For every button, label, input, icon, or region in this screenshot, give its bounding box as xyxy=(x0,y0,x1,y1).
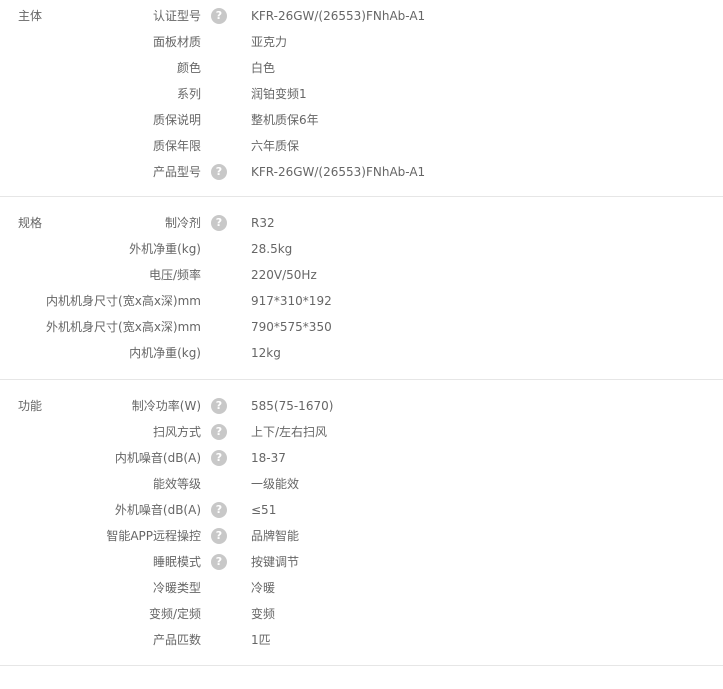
spec-label: 能效等级 xyxy=(152,477,201,491)
spec-value: 一级能效 xyxy=(251,477,300,491)
spec-row: 内机净重(kg) 12kg xyxy=(0,345,723,371)
help-icon[interactable]: ? xyxy=(211,554,227,570)
spec-label: 制冷剂 xyxy=(164,216,201,230)
spec-label: 外机净重(kg) xyxy=(129,242,201,256)
spec-value: 六年质保 xyxy=(251,139,300,153)
spec-row: 系列 润铂变频1 xyxy=(0,86,723,112)
spec-row: 外机净重(kg) 28.5kg xyxy=(0,241,723,267)
spec-label: 颜色 xyxy=(176,61,201,75)
spec-value: 品牌智能 xyxy=(251,529,300,543)
spec-label: 质保年限 xyxy=(152,139,201,153)
spec-label: 系列 xyxy=(176,87,201,101)
spec-row: 冷暖类型 冷暖 xyxy=(0,580,723,606)
help-icon[interactable]: ? xyxy=(211,398,227,414)
spec-value: 585(75-1670) xyxy=(251,399,334,413)
spec-label: 面板材质 xyxy=(152,35,201,49)
spec-value: 18-37 xyxy=(251,451,286,465)
spec-value: KFR-26GW/(26553)FNhAb-A1 xyxy=(251,9,426,23)
help-icon[interactable]: ? xyxy=(211,8,227,24)
spec-value: 上下/左右扫风 xyxy=(251,425,328,439)
spec-row: 认证型号? KFR-26GW/(26553)FNhAb-A1 xyxy=(0,8,723,34)
spec-rows: 认证型号? KFR-26GW/(26553)FNhAb-A1 面板材质 亚克力颜色 白色… xyxy=(0,8,723,190)
spec-value: 220V/50Hz xyxy=(251,268,317,282)
spec-label: 变频/定频 xyxy=(148,607,201,621)
spec-label: 质保说明 xyxy=(152,113,201,127)
spec-label: 内机机身尺寸(宽x高x深)mm xyxy=(46,294,201,308)
spec-value: 变频 xyxy=(251,607,276,621)
spec-row: 产品匹数 1匹 xyxy=(0,632,723,658)
spec-label: 认证型号 xyxy=(152,9,201,23)
spec-row: 外机噪音(dB(A)? ≤51 xyxy=(0,502,723,528)
spec-value: 28.5kg xyxy=(251,242,293,256)
spec-row: 电压/频率 220V/50Hz xyxy=(0,267,723,293)
spec-row: 产品型号? KFR-26GW/(26553)FNhAb-A1 xyxy=(0,164,723,190)
spec-label: 内机净重(kg) xyxy=(129,346,201,360)
spec-value: 冷暖 xyxy=(251,581,276,595)
spec-value: 整机质保6年 xyxy=(251,113,319,127)
spec-value: 12kg xyxy=(251,346,281,360)
help-icon[interactable]: ? xyxy=(211,424,227,440)
spec-row: 质保年限 六年质保 xyxy=(0,138,723,164)
spec-section: 功能 制冷功率(W)? 585(75-1670) 扫风方式? 上下/左右扫风 内机噪音(d… xyxy=(0,380,723,666)
spec-value: 790*575*350 xyxy=(251,320,332,334)
spec-label: 内机噪音(dB(A) xyxy=(114,451,201,465)
help-icon[interactable]: ? xyxy=(211,502,227,518)
help-icon[interactable]: ? xyxy=(211,164,227,180)
spec-label: 产品匹数 xyxy=(152,633,201,647)
help-icon[interactable]: ? xyxy=(211,528,227,544)
spec-value: 润铂变频1 xyxy=(251,87,307,101)
spec-value: 白色 xyxy=(251,61,276,75)
spec-row: 睡眠模式? 按键调节 xyxy=(0,554,723,580)
spec-row: 变频/定频 变频 xyxy=(0,606,723,632)
spec-row: 制冷功率(W)? 585(75-1670) xyxy=(0,398,723,424)
spec-label: 扫风方式 xyxy=(152,425,201,439)
spec-row: 外机机身尺寸(宽x高x深)mm 790*575*350 xyxy=(0,319,723,345)
spec-label: 产品型号 xyxy=(152,165,201,179)
spec-label: 外机机身尺寸(宽x高x深)mm xyxy=(46,320,201,334)
spec-row: 智能APP远程操控? 品牌智能 xyxy=(0,528,723,554)
spec-row: 扫风方式? 上下/左右扫风 xyxy=(0,424,723,450)
spec-row: 制冷剂? R32 xyxy=(0,215,723,241)
spec-row: 内机机身尺寸(宽x高x深)mm 917*310*192 xyxy=(0,293,723,319)
spec-rows: 制冷功率(W)? 585(75-1670) 扫风方式? 上下/左右扫风内机噪音(dB(… xyxy=(0,398,723,658)
spec-value: 按键调节 xyxy=(251,555,300,569)
spec-label: 外机噪音(dB(A) xyxy=(114,503,201,517)
spec-row: 面板材质 亚克力 xyxy=(0,34,723,60)
spec-value: ≤51 xyxy=(251,503,277,517)
spec-row: 颜色 白色 xyxy=(0,60,723,86)
spec-label: 制冷功率(W) xyxy=(131,399,201,413)
spec-table: 主体 认证型号? KFR-26GW/(26553)FNhAb-A1 面板材质 亚克力 颜色… xyxy=(0,0,723,666)
spec-section: 规格 制冷剂? R32 外机净重(kg) 28.5kg 电压/频率 220V/50Hz 内机机… xyxy=(0,197,723,380)
spec-rows: 制冷剂? R32 外机净重(kg) 28.5kg 电压/频率 220V/50Hz 内机机身尺… xyxy=(0,215,723,371)
spec-value: KFR-26GW/(26553)FNhAb-A1 xyxy=(251,165,426,179)
help-icon[interactable]: ? xyxy=(211,450,227,466)
spec-value: R32 xyxy=(251,216,275,230)
spec-section: 主体 认证型号? KFR-26GW/(26553)FNhAb-A1 面板材质 亚克力 颜色… xyxy=(0,0,723,197)
spec-value: 亚克力 xyxy=(251,35,288,49)
spec-value: 917*310*192 xyxy=(251,294,332,308)
spec-value: 1匹 xyxy=(251,633,271,647)
spec-label: 睡眠模式 xyxy=(152,555,201,569)
spec-label: 电压/频率 xyxy=(148,268,201,282)
spec-row: 能效等级 一级能效 xyxy=(0,476,723,502)
spec-row: 内机噪音(dB(A)? 18-37 xyxy=(0,450,723,476)
help-icon[interactable]: ? xyxy=(211,215,227,231)
spec-row: 质保说明 整机质保6年 xyxy=(0,112,723,138)
spec-label: 冷暖类型 xyxy=(152,581,201,595)
spec-label: 智能APP远程操控 xyxy=(106,529,201,543)
